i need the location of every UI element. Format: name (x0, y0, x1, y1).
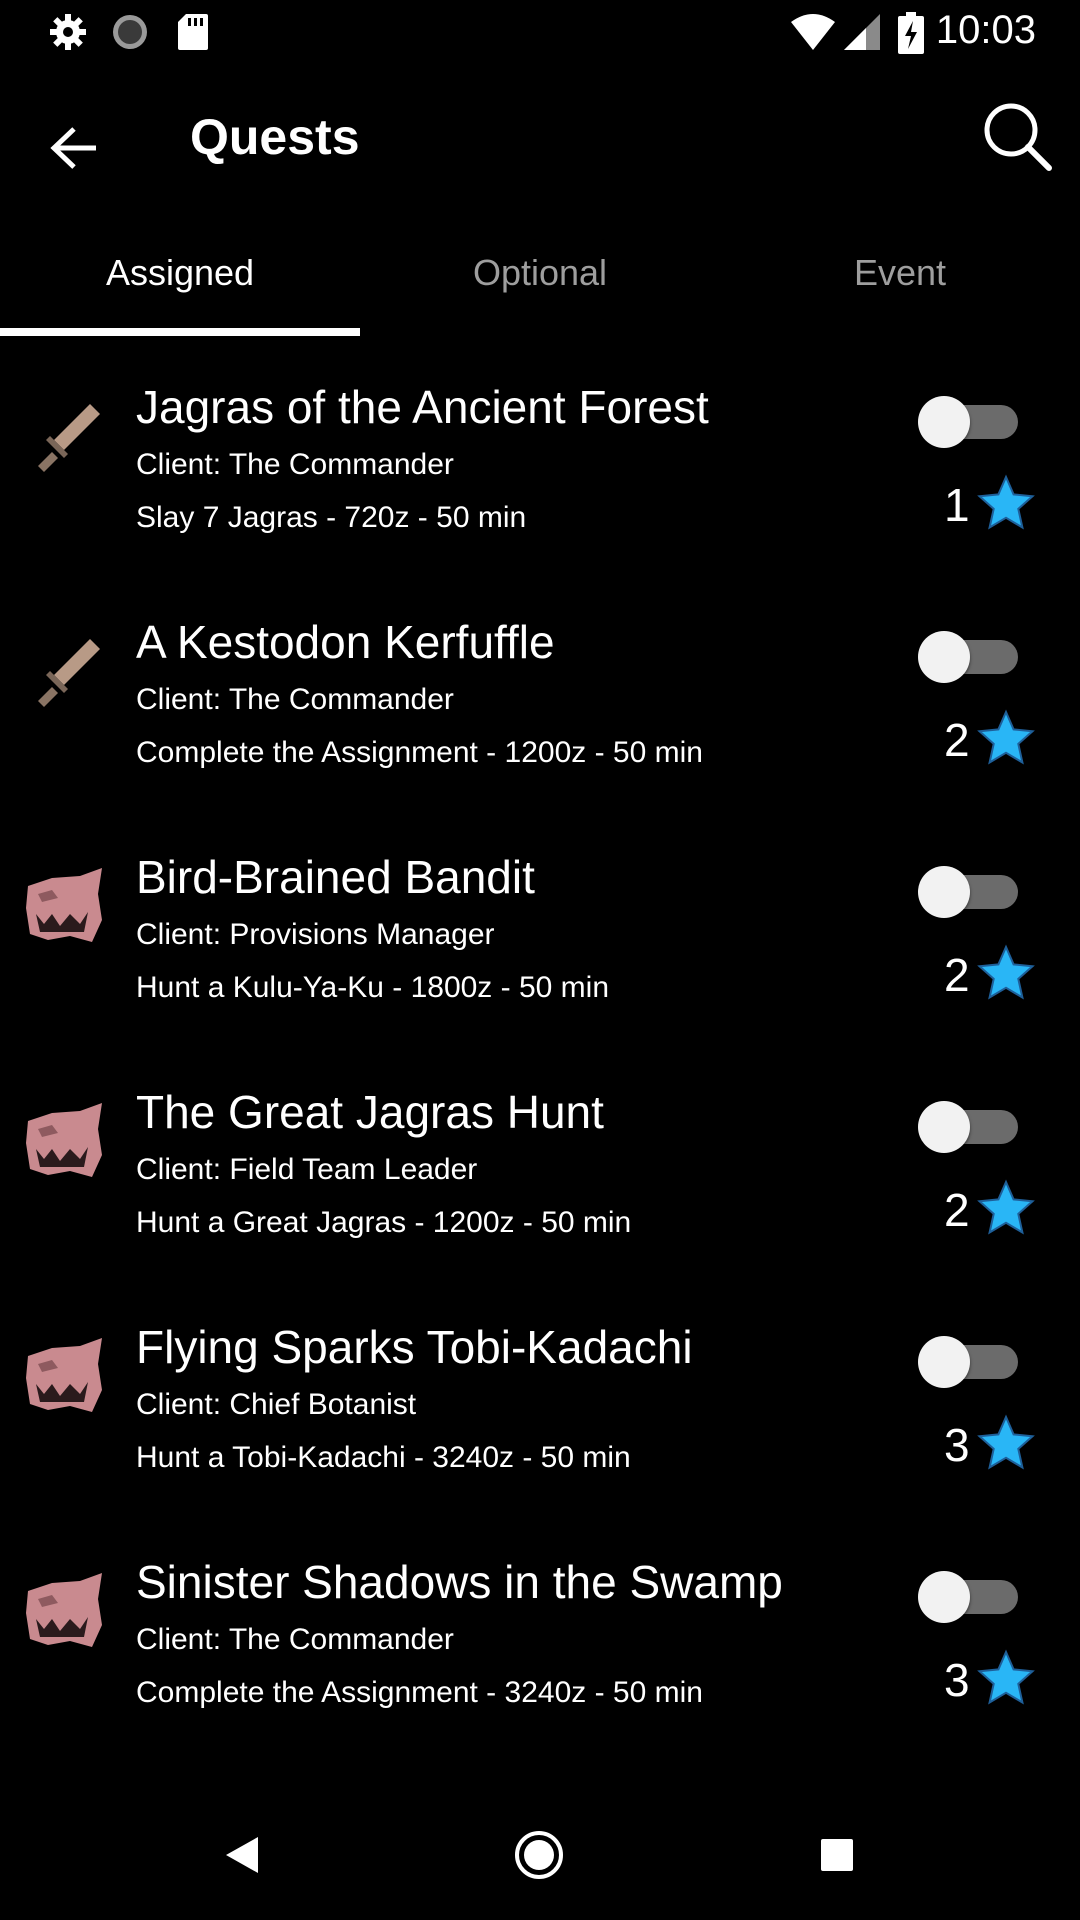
quest-toggle[interactable] (918, 631, 1020, 683)
sword-icon (22, 629, 110, 717)
quest-detail: Complete the Assignment - 1200z - 50 min (136, 736, 703, 769)
quest-rank: 2 (944, 1179, 1064, 1241)
list-item[interactable]: A Kestodon Kerfuffle Client: The Command… (0, 571, 1080, 806)
nav-recents-button[interactable] (802, 1822, 872, 1892)
rank-number: 2 (944, 714, 970, 766)
sword-icon (22, 394, 110, 482)
quest-name: A Kestodon Kerfuffle (136, 616, 555, 668)
rank-number: 1 (944, 479, 970, 531)
nav-home-icon (513, 1829, 565, 1886)
app-bar: Quests (0, 63, 1080, 210)
star-icon (976, 1179, 1036, 1239)
toggle-thumb (918, 1101, 970, 1153)
quest-rank: 2 (944, 709, 1064, 771)
quest-toggle[interactable] (918, 866, 1020, 918)
quest-client: Client: The Commander (136, 1623, 454, 1656)
toggle-thumb (918, 866, 970, 918)
toggle-thumb (918, 1571, 970, 1623)
star-icon (976, 944, 1036, 1004)
list-item[interactable]: Flying Sparks Tobi-Kadachi Client: Chief… (0, 1276, 1080, 1511)
toggle-thumb (918, 396, 970, 448)
toggle-thumb (918, 1336, 970, 1388)
quest-toggle[interactable] (918, 1571, 1020, 1623)
quest-client: Client: Provisions Manager (136, 918, 495, 951)
tab-indicator (0, 328, 360, 336)
monster-icon (22, 864, 110, 952)
navigation-bar (0, 1792, 1080, 1920)
tab-bar: Assigned Optional Event (0, 210, 1080, 336)
monster-icon (22, 1334, 110, 1422)
list-item[interactable]: The Great Jagras Hunt Client: Field Team… (0, 1041, 1080, 1276)
quest-rank: 3 (944, 1414, 1064, 1476)
signal-icon (842, 12, 882, 57)
sync-icon (110, 12, 150, 57)
toggle-thumb (918, 631, 970, 683)
nav-back-button[interactable] (207, 1822, 277, 1892)
wifi-icon (790, 12, 836, 57)
rank-number: 3 (944, 1654, 970, 1706)
quest-detail: Complete the Assignment - 3240z - 50 min (136, 1676, 703, 1709)
star-icon (976, 474, 1036, 534)
quest-toggle[interactable] (918, 1336, 1020, 1388)
star-icon (976, 1649, 1036, 1709)
quest-rank: 1 (944, 474, 1064, 536)
sd-card-icon (176, 12, 210, 57)
rank-number: 2 (944, 949, 970, 1001)
quest-detail: Hunt a Tobi-Kadachi - 3240z - 50 min (136, 1441, 631, 1474)
nav-home-button[interactable] (504, 1822, 574, 1892)
quest-name: Sinister Shadows in the Swamp (136, 1556, 783, 1608)
quest-toggle[interactable] (918, 396, 1020, 448)
quest-name: Jagras of the Ancient Forest (136, 381, 709, 433)
clock: 10:03 (935, 8, 1036, 52)
nav-recents-icon (819, 1837, 855, 1878)
quest-client: Client: Chief Botanist (136, 1388, 417, 1421)
tab-optional[interactable]: Optional (360, 210, 720, 336)
star-icon (976, 709, 1036, 769)
arrow-left-icon (50, 126, 100, 175)
star-icon (976, 1414, 1036, 1474)
back-button[interactable] (30, 105, 120, 195)
monster-icon (22, 1569, 110, 1657)
gear-icon (48, 12, 88, 57)
quest-client: Client: Field Team Leader (136, 1153, 478, 1186)
list-item[interactable]: Jagras of the Ancient Forest Client: The… (0, 336, 1080, 571)
page-title: Quests (190, 109, 360, 165)
quest-name: Flying Sparks Tobi-Kadachi (136, 1321, 693, 1373)
monster-icon (22, 1099, 110, 1187)
rank-number: 3 (944, 1419, 970, 1471)
quest-toggle[interactable] (918, 1101, 1020, 1153)
quest-client: Client: The Commander (136, 683, 454, 716)
quest-client: Client: The Commander (136, 448, 454, 481)
quest-detail: Slay 7 Jagras - 720z - 50 min (136, 501, 527, 534)
list-item[interactable]: Sinister Shadows in the Swamp Client: Th… (0, 1511, 1080, 1746)
tab-assigned[interactable]: Assigned (0, 210, 360, 336)
quest-rank: 3 (944, 1649, 1064, 1711)
rank-number: 2 (944, 1184, 970, 1236)
tab-event[interactable]: Event (720, 210, 1080, 336)
search-icon (981, 100, 1053, 177)
quest-detail: Hunt a Great Jagras - 1200z - 50 min (136, 1206, 632, 1239)
nav-back-icon (222, 1833, 262, 1882)
status-bar: 10:03 (0, 0, 1080, 63)
quest-name: Bird-Brained Bandit (136, 851, 535, 903)
battery-charging-icon (898, 12, 924, 59)
search-button[interactable] (972, 93, 1062, 183)
list-item[interactable]: Bird-Brained Bandit Client: Provisions M… (0, 806, 1080, 1041)
quest-rank: 2 (944, 944, 1064, 1006)
quest-name: The Great Jagras Hunt (136, 1086, 604, 1138)
quest-detail: Hunt a Kulu-Ya-Ku - 1800z - 50 min (136, 971, 610, 1004)
